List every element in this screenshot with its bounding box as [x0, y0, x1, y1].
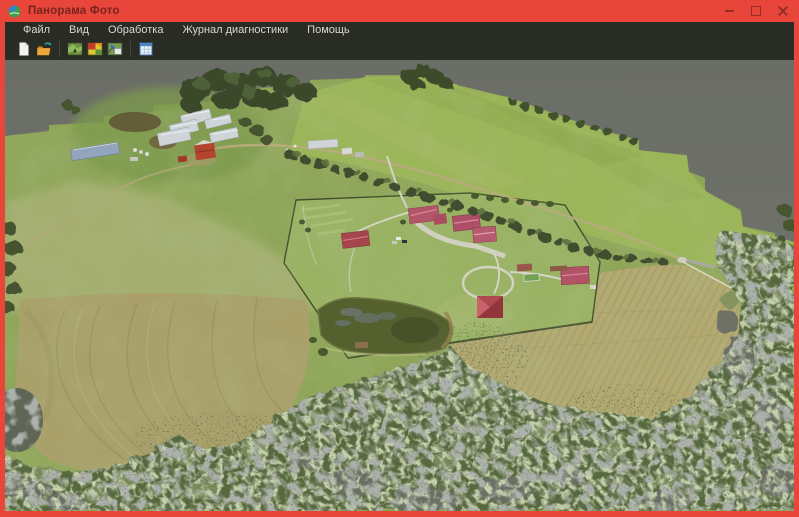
title-bar: Панорама Фото	[0, 0, 799, 22]
new-document-icon[interactable]	[14, 39, 34, 59]
close-icon[interactable]	[777, 4, 789, 18]
pyramid-roof-cottage	[477, 296, 503, 318]
minimize-icon[interactable]	[723, 4, 735, 18]
maximize-icon[interactable]	[750, 4, 762, 18]
menu-view[interactable]: Вид	[60, 23, 99, 37]
toolbar-separator	[130, 41, 131, 57]
toolbar	[5, 37, 794, 60]
open-folder-icon[interactable]	[34, 39, 54, 59]
application-window: Панорама Фото Файл Вид Обработка Журнал …	[0, 0, 799, 517]
menu-diagnostics-journal[interactable]: Журнал диагностики	[173, 23, 298, 37]
menu-processing[interactable]: Обработка	[99, 23, 173, 37]
map-elevation-matrix-icon[interactable]	[85, 39, 105, 59]
window-chrome: Файл Вид Обработка Журнал диагностики По…	[5, 22, 794, 60]
toolbar-separator	[59, 41, 60, 57]
window-title: Панорама Фото	[28, 5, 120, 17]
menu-help[interactable]: Помощь	[298, 23, 360, 37]
window-controls	[723, 0, 789, 22]
menu-file[interactable]: Файл	[14, 23, 60, 37]
map-terrain-icon[interactable]	[65, 39, 85, 59]
globe-map-icon	[8, 5, 21, 18]
map-aerial-photo-icon[interactable]	[105, 39, 125, 59]
journal-table-icon[interactable]	[136, 39, 156, 59]
viewport-3d-scene[interactable]	[5, 60, 794, 511]
menu-bar: Файл Вид Обработка Журнал диагностики По…	[5, 22, 794, 37]
pond-deck	[355, 342, 368, 348]
